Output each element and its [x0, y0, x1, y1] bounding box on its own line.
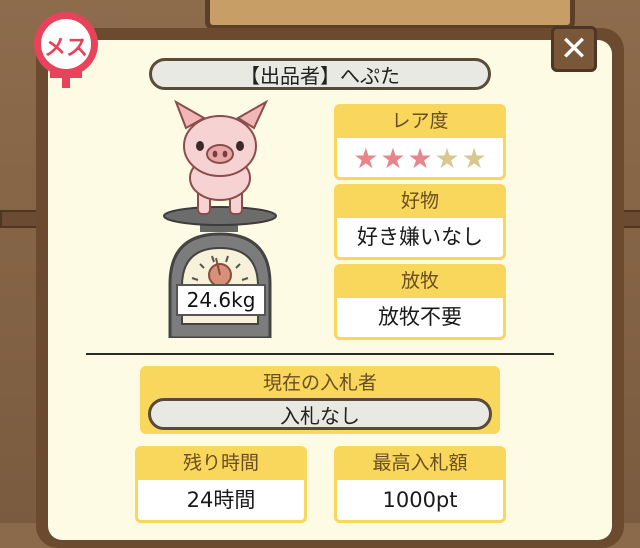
- time-left-card: 残り時間 24時間: [135, 446, 307, 523]
- max-bid-card: 最高入札額 1000pt: [334, 446, 506, 523]
- favorite-card: 好物 好き嫌いなし: [334, 184, 506, 260]
- seller-label: 【出品者】へぷた: [240, 63, 400, 88]
- star-filled-icon: ★: [407, 142, 433, 175]
- rarity-card: レア度 ★ ★ ★ ★ ★: [334, 104, 506, 180]
- section-divider: [86, 353, 554, 355]
- max-bid-value: 1000pt: [334, 480, 506, 523]
- pig-detail-panel: [36, 28, 624, 548]
- rarity-star-row: ★ ★ ★ ★ ★: [337, 138, 503, 178]
- grazing-card: 放牧 放牧不要: [334, 264, 506, 340]
- bidder-value: 入札なし: [280, 403, 360, 428]
- wood-beam: [0, 210, 40, 228]
- weight-value: 24.6kg: [186, 288, 256, 312]
- seller-name-pill: 【出品者】へぷた: [149, 58, 491, 90]
- favorite-value: 好き嫌いなし: [334, 218, 506, 260]
- max-bid-label: 最高入札額: [334, 446, 506, 480]
- gender-label: メス: [43, 36, 88, 61]
- female-badge: メス: [26, 10, 106, 92]
- pig-weight: 24.6kg: [176, 284, 266, 316]
- close-button[interactable]: ✕: [551, 26, 597, 72]
- bidder-value-pill: 入札なし: [148, 398, 492, 430]
- rarity-label: レア度: [334, 104, 506, 138]
- favorite-label: 好物: [334, 184, 506, 218]
- wood-sign: [205, 0, 575, 30]
- star-filled-icon: ★: [380, 142, 406, 175]
- time-left-label: 残り時間: [135, 446, 307, 480]
- bidder-label: 現在の入札者: [262, 372, 377, 394]
- close-icon: ✕: [559, 29, 589, 69]
- star-empty-icon: ★: [461, 142, 487, 175]
- panel-inner: [48, 40, 612, 540]
- time-left-value: 24時間: [135, 480, 307, 523]
- rarity-stars: ★ ★ ★ ★ ★: [334, 138, 506, 180]
- grazing-label: 放牧: [334, 264, 506, 298]
- star-empty-icon: ★: [434, 142, 460, 175]
- star-filled-icon: ★: [353, 142, 379, 175]
- grazing-value: 放牧不要: [334, 298, 506, 340]
